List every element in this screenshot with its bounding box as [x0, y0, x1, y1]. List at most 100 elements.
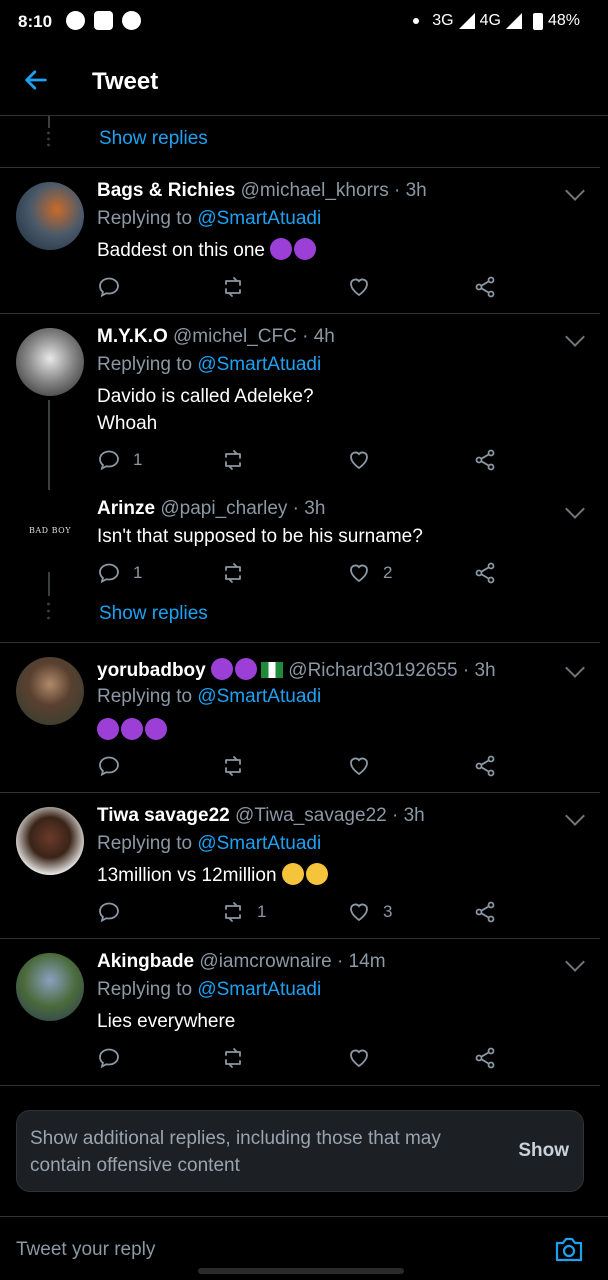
reply-button[interactable]: [97, 1046, 133, 1070]
tweet-item[interactable]: yorubadboy @Richard30192655 · 3h Replyin…: [0, 643, 608, 793]
mention-link[interactable]: @SmartAtuadi: [197, 208, 321, 229]
like-button[interactable]: 3: [347, 900, 392, 924]
retweet-button[interactable]: [221, 1046, 257, 1070]
laughing-emoji-icon: [281, 863, 304, 885]
show-replies-link[interactable]: Show replies: [99, 128, 208, 150]
tweet-header: Bags & Richies @michael_khorrs · 3h: [97, 180, 427, 202]
heart-icon: [350, 451, 368, 470]
mention-link[interactable]: @SmartAtuadi: [197, 686, 321, 707]
like-count: 2: [383, 563, 393, 582]
chevron-down-icon[interactable]: [565, 952, 585, 972]
tweet-item[interactable]: Akingbade @iamcrownaire · 14m Replying t…: [0, 939, 608, 1085]
mention-link[interactable]: @SmartAtuadi: [197, 979, 321, 1000]
author-name[interactable]: yorubadboy: [97, 660, 206, 681]
tweet-header: yorubadboy @Richard30192655 · 3h: [97, 658, 496, 682]
author-handle-time: @Tiwa_savage22 · 3h: [235, 805, 425, 826]
avatar[interactable]: [16, 807, 84, 875]
reply-icon: [99, 756, 119, 777]
tweet-item[interactable]: BAD BOY Arinze @papi_charley · 3h Isn't …: [0, 490, 608, 600]
author-name[interactable]: Akingbade: [97, 951, 194, 972]
show-replies-link[interactable]: Show replies: [99, 603, 208, 625]
reply-button[interactable]: [97, 900, 133, 924]
tweet-item[interactable]: M.Y.K.O @michel_CFC · 4h Replying to @Sm…: [0, 314, 608, 484]
devil-emoji-icon: [270, 238, 293, 260]
tweet-header: Arinze @papi_charley · 3h: [97, 498, 325, 520]
nigeria-flag-icon: [261, 662, 284, 678]
avatar[interactable]: [16, 328, 84, 396]
author-name[interactable]: Tiwa savage22: [97, 805, 230, 826]
replying-to: Replying to @SmartAtuadi: [97, 979, 321, 1001]
like-button[interactable]: [347, 1046, 383, 1070]
replying-to: Replying to @SmartAtuadi: [97, 208, 321, 230]
tweet-text-content: 13million vs 12million: [97, 865, 277, 886]
share-button[interactable]: [473, 900, 497, 924]
signal-icon: [458, 13, 475, 29]
top-app-bar: Tweet: [0, 44, 608, 116]
share-button[interactable]: [473, 754, 497, 778]
tweet-item[interactable]: Bags & Richies @michael_khorrs · 3h Repl…: [0, 168, 608, 314]
chevron-down-icon[interactable]: [565, 499, 585, 519]
heart-icon: [350, 757, 368, 776]
thread-line: [48, 116, 50, 128]
author-name[interactable]: Arinze: [97, 498, 155, 519]
mention-link[interactable]: @SmartAtuadi: [197, 354, 321, 375]
reply-button[interactable]: 1: [97, 448, 142, 472]
laughing-emoji-icon: [305, 863, 328, 885]
share-icon: [475, 276, 495, 298]
like-button[interactable]: [347, 275, 383, 299]
avatar[interactable]: [16, 182, 84, 250]
avatar[interactable]: BAD BOY: [16, 496, 84, 564]
retweet-count: 1: [257, 902, 267, 921]
chevron-down-icon[interactable]: [565, 658, 585, 678]
replying-label: Replying to: [97, 979, 193, 1000]
back-arrow-icon[interactable]: [22, 66, 50, 94]
author-name[interactable]: M.Y.K.O: [97, 326, 168, 347]
pinterest-icon: [66, 11, 85, 30]
share-button[interactable]: [473, 561, 497, 585]
show-button[interactable]: Show: [518, 1140, 569, 1162]
avatar[interactable]: [16, 657, 84, 725]
reply-button[interactable]: [97, 754, 133, 778]
retweet-button[interactable]: [221, 754, 257, 778]
reply-input[interactable]: Tweet your reply: [16, 1239, 155, 1261]
heart-icon: [350, 903, 368, 922]
share-icon: [475, 755, 495, 777]
mention-link[interactable]: @SmartAtuadi: [197, 833, 321, 854]
author-handle-time: @michael_khorrs · 3h: [240, 180, 427, 201]
replying-label: Replying to: [97, 833, 193, 854]
chevron-down-icon[interactable]: [565, 327, 585, 347]
tweet-actions: 1: [97, 448, 517, 474]
replying-to: Replying to @SmartAtuadi: [97, 354, 321, 376]
author-handle-time: @michel_CFC · 4h: [173, 326, 335, 347]
author-handle-time: @iamcrownaire · 14m: [199, 951, 386, 972]
thread-dots-icon: [47, 131, 50, 147]
like-button[interactable]: [347, 448, 383, 472]
tweet-text: [97, 717, 169, 744]
tweet-item[interactable]: Tiwa savage22 @Tiwa_savage22 · 3h Replyi…: [0, 793, 608, 939]
tweet-text-line: Davido is called Adeleke?: [97, 386, 314, 407]
share-button[interactable]: [473, 448, 497, 472]
reply-button[interactable]: 1: [97, 561, 142, 585]
network-label: 3G: [432, 12, 454, 29]
thread-line: [48, 572, 50, 596]
like-button[interactable]: 2: [347, 561, 392, 585]
share-icon: [475, 1047, 495, 1069]
chevron-down-icon[interactable]: [565, 181, 585, 201]
chevron-down-icon[interactable]: [565, 806, 585, 826]
tweet-text: Baddest on this one: [97, 237, 318, 264]
share-button[interactable]: [473, 1046, 497, 1070]
avatar[interactable]: [16, 953, 84, 1021]
retweet-button[interactable]: [221, 275, 257, 299]
tweet-actions: 1 3: [97, 900, 517, 926]
retweet-button[interactable]: 1: [221, 900, 266, 924]
author-name[interactable]: Bags & Richies: [97, 180, 235, 201]
share-button[interactable]: [473, 275, 497, 299]
camera-icon[interactable]: [554, 1235, 584, 1263]
tweet-actions: [97, 754, 517, 780]
status-time: 8:10: [18, 12, 53, 31]
tweet-header: Akingbade @iamcrownaire · 14m: [97, 951, 386, 973]
reply-button[interactable]: [97, 275, 133, 299]
like-button[interactable]: [347, 754, 383, 778]
retweet-button[interactable]: [221, 448, 257, 472]
retweet-button[interactable]: [221, 561, 257, 585]
